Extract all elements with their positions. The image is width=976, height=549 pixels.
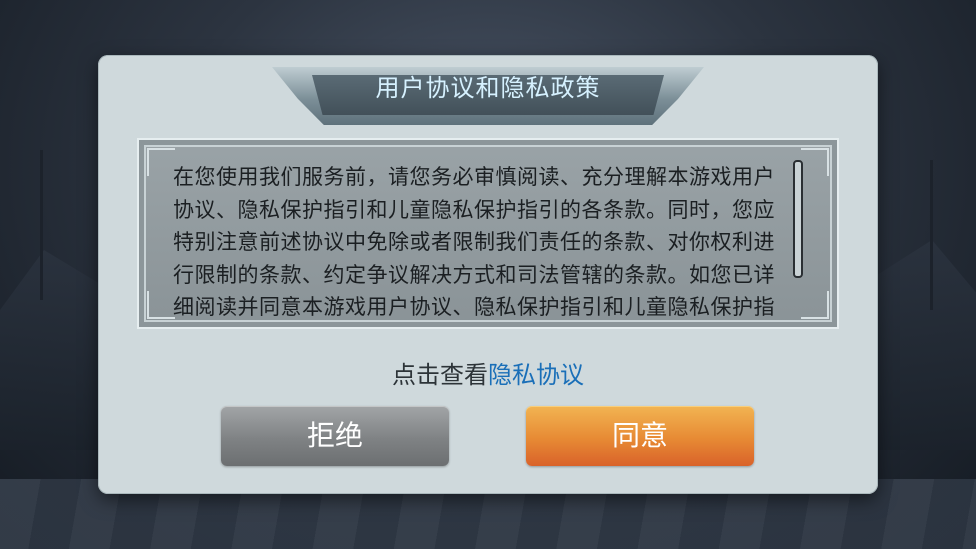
privacy-line: 点击查看隐私协议 — [98, 355, 878, 390]
corner-ornament — [147, 291, 175, 319]
agreement-dialog: 用户协议和隐私政策 在您使用我们服务前，请您务必审慎阅读、充分理解本游戏用户协议… — [98, 55, 878, 494]
privacy-policy-link[interactable]: 隐私协议 — [488, 361, 584, 389]
background-building-left — [0, 250, 110, 450]
background-flagpole — [930, 160, 933, 310]
content-scrollbar[interactable] — [793, 160, 803, 278]
privacy-prefix: 点击查看 — [392, 361, 488, 389]
dialog-title: 用户协议和隐私政策 — [375, 74, 601, 102]
agree-button[interactable]: 同意 — [526, 406, 754, 466]
background-building-right — [866, 240, 976, 450]
agreement-content-box[interactable]: 在您使用我们服务前，请您务必审慎阅读、充分理解本游戏用户协议、隐私保护指引和儿童… — [137, 138, 839, 329]
corner-ornament — [147, 148, 175, 176]
reject-button[interactable]: 拒绝 — [221, 406, 449, 466]
corner-ornament — [801, 291, 829, 319]
agreement-text: 在您使用我们服务前，请您务必审慎阅读、充分理解本游戏用户协议、隐私保护指引和儿童… — [173, 165, 775, 319]
background-flagpole — [40, 150, 43, 300]
corner-ornament — [801, 148, 829, 176]
